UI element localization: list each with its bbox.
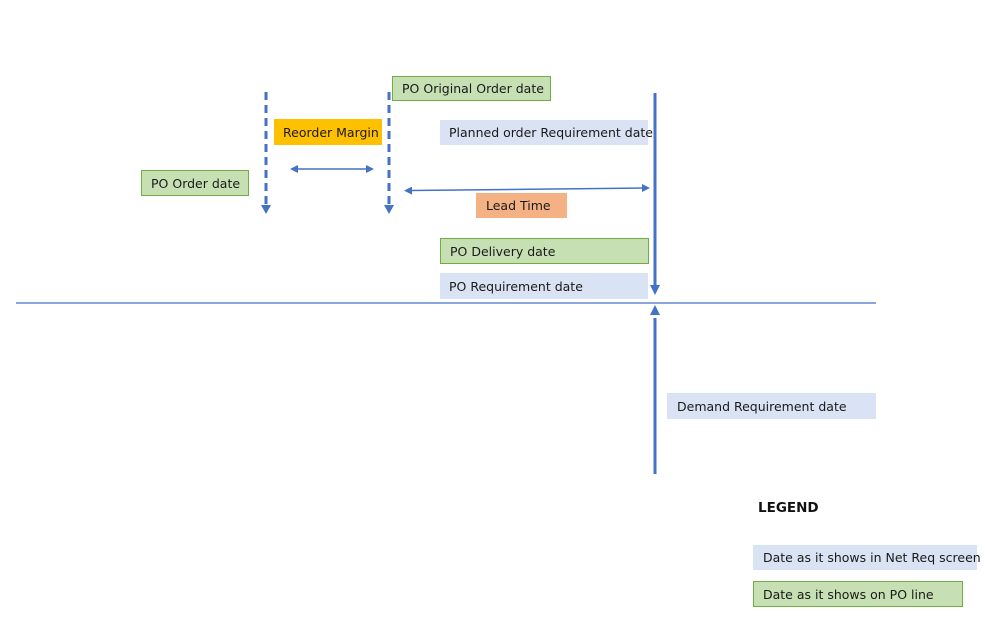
po-requirement-date-text: PO Requirement date bbox=[449, 278, 583, 294]
lead-time-arrow-right-head bbox=[642, 184, 650, 192]
reorder-margin-arrow-left-head bbox=[290, 165, 298, 173]
po-delivery-date-label: PO Delivery date bbox=[440, 238, 649, 264]
demand-requirement-date-text: Demand Requirement date bbox=[677, 398, 847, 414]
demand-requirement-date-label: Demand Requirement date bbox=[667, 393, 876, 419]
planned-order-requirement-date-text: Planned order Requirement date bbox=[449, 125, 653, 140]
po-original-order-date-arrowhead bbox=[384, 205, 394, 214]
po-requirement-date-label: PO Requirement date bbox=[440, 273, 648, 299]
reorder-margin-arrow-right-head bbox=[366, 165, 374, 173]
legend-title: LEGEND bbox=[758, 500, 819, 516]
legend-item-po-line: Date as it shows on PO line bbox=[753, 581, 963, 607]
po-order-date-label: PO Order date bbox=[141, 170, 249, 196]
po-delivery-date-text: PO Delivery date bbox=[450, 243, 556, 259]
po-original-order-date-text: PO Original Order date bbox=[402, 81, 544, 96]
planned-order-requirement-date-label: Planned order Requirement date bbox=[440, 120, 653, 145]
legend-item-net-req: Date as it shows in Net Req screen bbox=[753, 545, 981, 570]
lead-time-label: Lead Time bbox=[476, 193, 567, 218]
lead-time-arrow bbox=[409, 187, 645, 192]
po-order-date-text: PO Order date bbox=[151, 175, 241, 191]
po-order-date-arrowhead bbox=[261, 205, 271, 214]
legend-item-net-req-text: Date as it shows in Net Req screen bbox=[763, 550, 981, 565]
reorder-margin-text: Reorder Margin bbox=[283, 124, 379, 140]
po-requirement-date-arrowhead bbox=[650, 285, 660, 295]
demand-requirement-date-arrowhead bbox=[650, 305, 660, 315]
lead-time-arrow-left-head bbox=[404, 186, 412, 195]
po-original-order-date-label: PO Original Order date bbox=[392, 76, 551, 101]
legend-item-po-line-text: Date as it shows on PO line bbox=[763, 586, 934, 602]
lead-time-text: Lead Time bbox=[486, 198, 551, 213]
reorder-margin-label: Reorder Margin bbox=[274, 119, 382, 145]
